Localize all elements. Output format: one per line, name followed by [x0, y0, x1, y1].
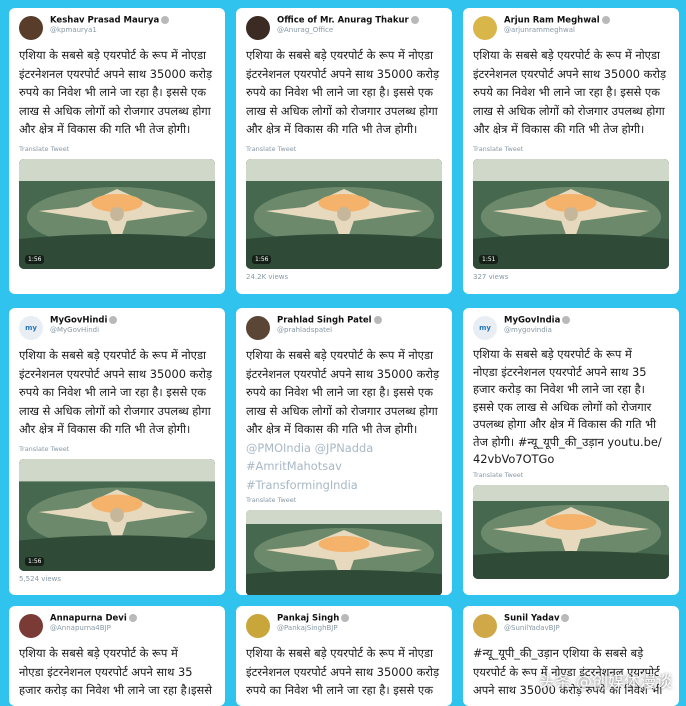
video-thumbnail[interactable]: 1:56: [19, 458, 215, 571]
tweet-text: एशिया के सबसे बड़े एयरपोर्ट के रूप में नो…: [473, 347, 662, 466]
author-handle[interactable]: @arjunrammeghwal: [504, 26, 610, 34]
author-handle[interactable]: @kpmaurya1: [50, 26, 169, 34]
tweet-text: एशिया के सबसे बड़े एयरपोर्ट के रूप में न…: [246, 646, 440, 697]
avatar[interactable]: [19, 16, 43, 40]
tweet-card[interactable]: Office of Mr. Anurag Thakur @Anurag_Offi…: [236, 8, 452, 294]
translate-tweet-link[interactable]: Translate Tweet: [19, 445, 215, 453]
avatar[interactable]: [473, 16, 497, 40]
translate-tweet-link[interactable]: Translate Tweet: [19, 145, 215, 153]
video-thumbnail[interactable]: 1:51: [473, 158, 669, 269]
verified-badge-icon: [601, 16, 610, 24]
verified-badge-icon: [561, 614, 570, 622]
verified-badge-icon: [341, 614, 350, 622]
video-thumbnail[interactable]: [473, 484, 669, 579]
translate-tweet-link[interactable]: Translate Tweet: [473, 145, 669, 153]
avatar[interactable]: [246, 16, 270, 40]
verified-badge-icon: [128, 614, 137, 622]
author-handle[interactable]: @Anurag_Office: [277, 26, 419, 34]
author-handle[interactable]: @prahladspatel: [277, 326, 382, 334]
mygov-logo-icon[interactable]: my: [19, 316, 43, 340]
video-thumbnail[interactable]: 1:56: [19, 158, 215, 269]
author-name[interactable]: MyGovIndia: [504, 316, 571, 326]
verified-badge-icon: [161, 16, 170, 24]
tweet-card[interactable]: Pankaj Singh @PankajSinghBJP एशिया के सब…: [236, 606, 452, 706]
verified-badge-icon: [373, 316, 382, 324]
translate-tweet-link[interactable]: Translate Tweet: [473, 471, 669, 479]
author-name[interactable]: Arjun Ram Meghwal: [504, 16, 610, 26]
author-handle[interactable]: @Annapurna4BJP: [50, 624, 137, 632]
author-name[interactable]: Annapurna Devi: [50, 614, 137, 624]
author-name[interactable]: Sunil Yadav: [504, 614, 570, 624]
video-thumbnail[interactable]: [246, 510, 442, 595]
video-duration: 1:56: [25, 254, 45, 264]
watermark: 头条 @创媒体漫谈: [538, 672, 672, 691]
author-name[interactable]: Prahlad Singh Patel: [277, 316, 382, 326]
tweet-text: एशिया के सबसे बड़े एयरपोर्ट के रूप में न…: [246, 348, 440, 436]
author-name[interactable]: MyGovHindi: [50, 316, 118, 326]
tweet-card[interactable]: Keshav Prasad Maurya @kpmaurya1 एशिया के…: [9, 8, 225, 294]
verified-badge-icon: [109, 316, 118, 324]
tweet-text: एशिया के सबसे बड़े एयरपोर्ट के रूप में न…: [19, 48, 213, 136]
avatar[interactable]: [246, 316, 270, 340]
verified-badge-icon: [410, 16, 419, 24]
video-duration: 1:51: [479, 254, 499, 264]
tweet-card[interactable]: Prahlad Singh Patel @prahladspatel एशिया…: [236, 308, 452, 595]
mygov-logo-icon[interactable]: my: [473, 316, 497, 340]
author-handle[interactable]: @SunilYadavBJP: [504, 624, 569, 632]
author-handle[interactable]: @PankajSinghBJP: [277, 624, 349, 632]
author-name[interactable]: Pankaj Singh: [277, 614, 350, 624]
avatar[interactable]: [246, 614, 270, 638]
author-name[interactable]: Office of Mr. Anurag Thakur: [277, 16, 419, 26]
tweet-text: एशिया के सबसे बड़े एयरपोर्ट के रूप में न…: [473, 48, 667, 136]
tweet-text: एशिया के सबसे बड़े एयरपोर्ट के रूप में नो…: [19, 646, 212, 697]
tweet-card[interactable]: Arjun Ram Meghwal @arjunrammeghwal एशिया…: [463, 8, 679, 294]
tweet-card[interactable]: Annapurna Devi @Annapurna4BJP एशिया के स…: [9, 606, 225, 706]
view-count: 5,524 views: [19, 574, 62, 583]
tweet-text: एशिया के सबसे बड़े एयरपोर्ट के रूप में न…: [19, 348, 213, 436]
tweet-card[interactable]: my MyGovIndia @mygovindia एशिया के सबसे …: [463, 308, 679, 595]
avatar[interactable]: [19, 614, 43, 638]
tweet-text: एशिया के सबसे बड़े एयरपोर्ट के रूप में न…: [246, 48, 440, 136]
view-count: 327 views: [473, 272, 509, 281]
tweet-tags[interactable]: @PMOIndia @JPNadda #AmritMahotsav #Transfo…: [246, 439, 442, 495]
avatar[interactable]: [473, 614, 497, 638]
verified-badge-icon: [562, 316, 571, 324]
view-count: 24.2K views: [246, 272, 289, 281]
tweet-card[interactable]: my MyGovHindi @MyGovHindi एशिया के सबसे …: [9, 308, 225, 595]
video-duration: 1:56: [25, 556, 45, 566]
author-handle[interactable]: @mygovindia: [504, 326, 570, 334]
author-handle[interactable]: @MyGovHindi: [50, 326, 117, 334]
video-thumbnail[interactable]: 1:56: [246, 158, 442, 269]
translate-tweet-link[interactable]: Translate Tweet: [246, 145, 442, 153]
video-duration: 1:56: [252, 254, 272, 264]
author-name[interactable]: Keshav Prasad Maurya: [50, 16, 170, 26]
translate-tweet-link[interactable]: Translate Tweet: [246, 496, 442, 504]
